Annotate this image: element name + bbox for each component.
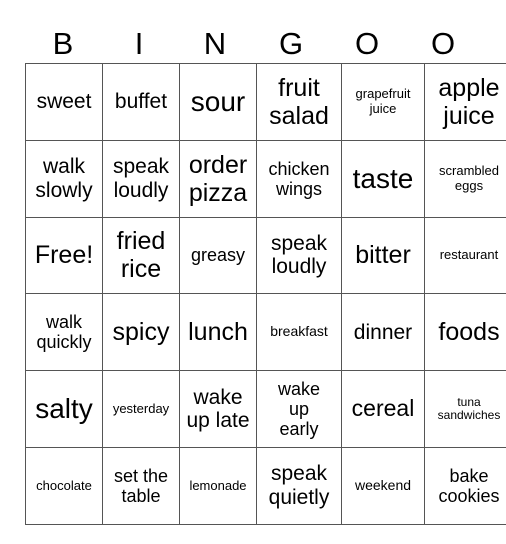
bingo-cell[interactable]: chicken wings xyxy=(256,139,342,218)
grid-row: walk quickly spicy lunch breakfast dinne… xyxy=(25,293,506,372)
bingo-header: B I N G O O xyxy=(25,22,481,66)
bingo-cell[interactable]: speak loudly xyxy=(256,216,342,295)
bingo-cell[interactable]: order pizza xyxy=(179,139,257,218)
bingo-cell[interactable]: dinner xyxy=(341,293,425,372)
bingo-cell-free[interactable]: Free! xyxy=(25,216,103,295)
bingo-cell[interactable]: foods xyxy=(424,293,506,372)
grid-row: sweet buffet sour fruit salad grapefruit… xyxy=(25,63,506,141)
bingo-cell[interactable]: lunch xyxy=(179,293,257,372)
header-letter: B xyxy=(52,26,74,61)
bingo-cell[interactable]: grapefruit juice xyxy=(341,63,425,141)
grid-row: walk slowly speak loudly order pizza chi… xyxy=(25,139,506,218)
bingo-cell[interactable]: wake up early xyxy=(256,370,342,448)
bingo-cell[interactable]: set the table xyxy=(102,446,180,525)
bingo-cell[interactable]: spicy xyxy=(102,293,180,372)
grid-row: salty yesterday wake up late wake up ear… xyxy=(25,370,506,448)
bingo-cell[interactable]: tuna sandwiches xyxy=(424,370,506,448)
bingo-cell[interactable]: speak quietly xyxy=(256,446,342,525)
header-letter: O xyxy=(354,26,380,61)
bingo-cell[interactable]: sour xyxy=(179,63,257,141)
bingo-cell[interactable]: walk slowly xyxy=(25,139,103,218)
bingo-cell[interactable]: cereal xyxy=(341,370,425,448)
bingo-cell[interactable]: chocolate xyxy=(25,446,103,525)
bingo-cell[interactable]: salty xyxy=(25,370,103,448)
bingo-cell[interactable]: weekend xyxy=(341,446,425,525)
bingo-cell[interactable]: yesterday xyxy=(102,370,180,448)
bingo-cell[interactable]: apple juice xyxy=(424,63,506,141)
bingo-cell[interactable]: buffet xyxy=(102,63,180,141)
bingo-cell[interactable]: greasy xyxy=(179,216,257,295)
header-letter: G xyxy=(278,26,304,61)
bingo-cell[interactable]: bake cookies xyxy=(424,446,506,525)
header-letter: O xyxy=(430,26,456,61)
bingo-cell[interactable]: speak loudly xyxy=(102,139,180,218)
bingo-grid: sweet buffet sour fruit salad grapefruit… xyxy=(25,63,506,525)
header-letter: I xyxy=(134,26,144,61)
bingo-cell[interactable]: walk quickly xyxy=(25,293,103,372)
bingo-cell[interactable]: scrambled eggs xyxy=(424,139,506,218)
grid-row: Free! fried rice greasy speak loudly bit… xyxy=(25,216,506,295)
bingo-cell[interactable]: fried rice xyxy=(102,216,180,295)
bingo-cell[interactable]: lemonade xyxy=(179,446,257,525)
bingo-cell[interactable]: breakfast xyxy=(256,293,342,372)
bingo-cell[interactable]: restaurant xyxy=(424,216,506,295)
bingo-cell[interactable]: bitter xyxy=(341,216,425,295)
bingo-cell[interactable]: taste xyxy=(341,139,425,218)
bingo-cell[interactable]: fruit salad xyxy=(256,63,342,141)
grid-row: chocolate set the table lemonade speak q… xyxy=(25,446,506,525)
bingo-cell[interactable]: sweet xyxy=(25,63,103,141)
header-letter: N xyxy=(203,26,227,61)
bingo-cell[interactable]: wake up late xyxy=(179,370,257,448)
